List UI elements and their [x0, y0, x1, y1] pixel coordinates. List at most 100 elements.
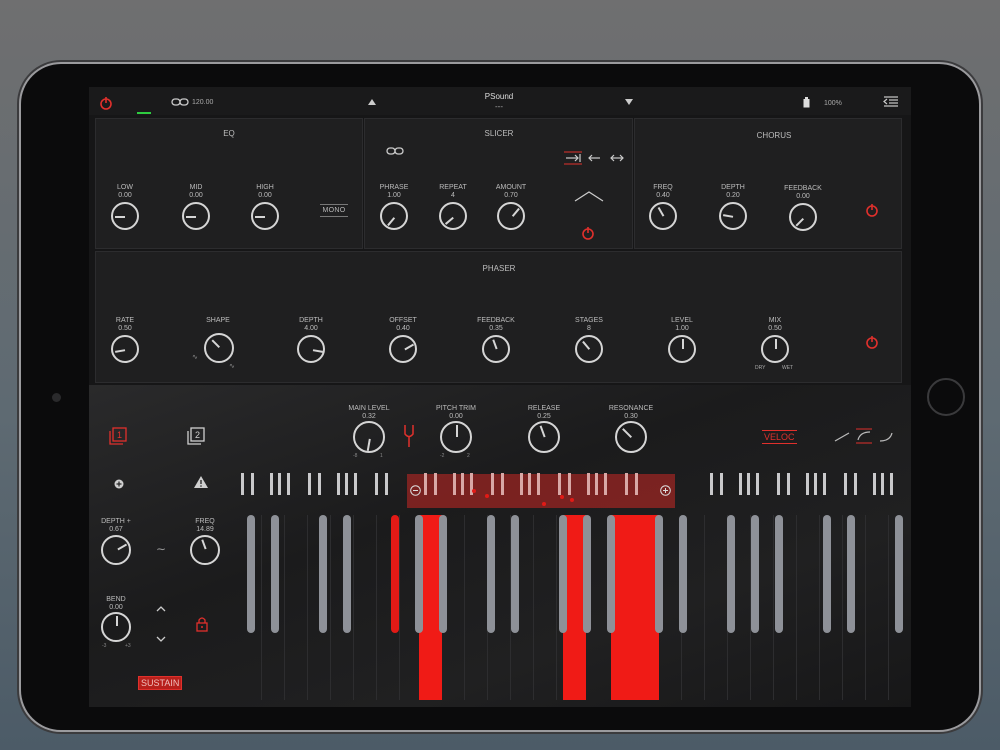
slicer-repeat-knob[interactable]: [439, 202, 467, 230]
white-key[interactable]: [797, 515, 820, 700]
link-icon[interactable]: [171, 97, 189, 107]
mono-toggle[interactable]: MONO: [320, 204, 348, 217]
slicer-phrase-knob[interactable]: [380, 202, 408, 230]
curve-exp-icon[interactable]: [878, 432, 894, 442]
slicer-pingpong-icon[interactable]: [609, 151, 625, 165]
slicer-reverse-icon[interactable]: [587, 151, 601, 165]
note-dot: [542, 502, 546, 506]
pitch-trim-label: PITCH TRIM: [436, 405, 476, 412]
black-key[interactable]: [319, 515, 327, 633]
phaser-mix-knob[interactable]: [761, 335, 789, 363]
zoom-out-icon[interactable]: [410, 485, 421, 496]
black-key[interactable]: [583, 515, 591, 633]
release-knob[interactable]: [528, 421, 560, 453]
phaser-feedback-label: FEEDBACK: [477, 317, 515, 324]
black-key[interactable]: [775, 515, 783, 633]
black-key[interactable]: [655, 515, 663, 633]
preset-name[interactable]: PSound: [459, 92, 539, 101]
bend-label: BEND: [106, 596, 126, 603]
white-key-active[interactable]: [611, 515, 659, 700]
black-key[interactable]: [823, 515, 831, 633]
slicer-forward-icon[interactable]: [564, 151, 582, 165]
phaser-level-knob[interactable]: [668, 335, 696, 363]
black-key[interactable]: [271, 515, 279, 633]
camera-icon: [52, 393, 61, 402]
chorus-freq-knob[interactable]: [649, 202, 677, 230]
slicer-amount-knob[interactable]: [497, 202, 525, 230]
black-key[interactable]: [559, 515, 567, 633]
phaser-feedback-knob[interactable]: [482, 335, 510, 363]
warning-icon[interactable]: [193, 475, 209, 489]
black-key[interactable]: [679, 515, 687, 633]
slicer-sync-icon[interactable]: [386, 146, 404, 156]
curve-log-icon[interactable]: [856, 428, 872, 444]
bend-knob[interactable]: [101, 612, 131, 642]
phaser-stages-knob[interactable]: [575, 335, 603, 363]
phaser-rate-value: 0.50: [118, 325, 132, 332]
midi-activity-indicator: [137, 112, 151, 114]
curve-linear-icon[interactable]: [834, 432, 850, 442]
preset-down-icon[interactable]: [624, 98, 634, 106]
black-key[interactable]: [415, 515, 423, 633]
white-key[interactable]: [534, 515, 557, 700]
chorus-feedback-knob[interactable]: [789, 203, 817, 231]
black-key[interactable]: [511, 515, 519, 633]
black-key[interactable]: [847, 515, 855, 633]
freq-knob[interactable]: [190, 535, 220, 565]
chorus-power-icon[interactable]: [865, 203, 879, 217]
zoom-in-icon[interactable]: [660, 485, 671, 496]
lock-icon[interactable]: [196, 616, 208, 632]
black-key[interactable]: [727, 515, 735, 633]
preset-up-icon[interactable]: [367, 98, 377, 106]
sustain-button[interactable]: SUSTAIN: [138, 676, 183, 690]
phaser-offset-knob[interactable]: [389, 335, 417, 363]
main-level-knob[interactable]: [353, 421, 385, 453]
pitch-trim-value: 0.00: [449, 413, 463, 420]
black-key[interactable]: [439, 515, 447, 633]
slot-1-icon[interactable]: 1: [109, 427, 127, 445]
black-key[interactable]: [487, 515, 495, 633]
slot-2-icon[interactable]: 2: [187, 427, 205, 445]
white-key[interactable]: [354, 515, 377, 700]
black-key[interactable]: [895, 515, 903, 633]
pitch-trim-knob[interactable]: [440, 421, 472, 453]
add-icon[interactable]: [114, 479, 124, 489]
white-key[interactable]: [866, 515, 889, 700]
white-key[interactable]: [465, 515, 488, 700]
phaser-shape-knob[interactable]: [204, 333, 234, 363]
slicer-power-icon[interactable]: [581, 226, 595, 240]
resonance-knob[interactable]: [615, 421, 647, 453]
phaser-power-icon[interactable]: [865, 335, 879, 349]
power-icon[interactable]: [99, 96, 113, 110]
depth-knob[interactable]: [101, 535, 131, 565]
slicer-phrase-label: PHRASE: [379, 184, 409, 191]
menu-icon[interactable]: [883, 95, 899, 109]
eq-low-value: 0.00: [118, 192, 132, 199]
tuning-fork-icon[interactable]: [403, 424, 415, 448]
bend-down-icon[interactable]: [156, 635, 166, 643]
black-key[interactable]: [247, 515, 255, 633]
black-key[interactable]: [607, 515, 615, 633]
white-key[interactable]: [705, 515, 728, 700]
slicer-title: SLICER: [484, 129, 514, 138]
eq-mid-knob[interactable]: [182, 202, 210, 230]
bend-up-icon[interactable]: [156, 605, 166, 613]
phaser-depth-knob[interactable]: [297, 335, 325, 363]
slicer-envelope-icon[interactable]: [574, 190, 604, 202]
phaser-offset-label: OFFSET: [389, 317, 417, 324]
veloc-toggle[interactable]: VELOC: [762, 430, 797, 444]
pitch-min: -2: [440, 453, 445, 459]
black-key[interactable]: [751, 515, 759, 633]
black-key[interactable]: [343, 515, 351, 633]
eq-low-knob[interactable]: [111, 202, 139, 230]
black-key-active[interactable]: [391, 515, 399, 633]
white-key[interactable]: [285, 515, 308, 700]
home-button[interactable]: [927, 378, 965, 416]
phaser-rate-knob[interactable]: [111, 335, 139, 363]
phaser-shape-label: SHAPE: [206, 317, 230, 324]
eq-high-knob[interactable]: [251, 202, 279, 230]
lfo-wave-icon: ∼: [156, 542, 167, 556]
chorus-depth-knob[interactable]: [719, 202, 747, 230]
phaser-level-label: LEVEL: [671, 317, 693, 324]
bpm-value[interactable]: 120.00: [192, 99, 213, 106]
